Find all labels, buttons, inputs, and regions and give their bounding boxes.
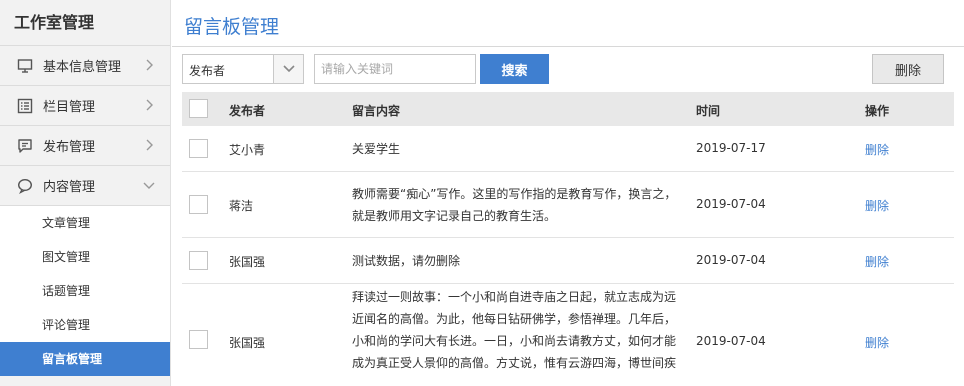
row-checkbox[interactable] (189, 195, 208, 214)
row-time: 2019-07-04 (696, 334, 766, 348)
sidebar-item-label: 栏目管理 (43, 100, 96, 115)
table-row: 张国强 拜读过一则故事：一个小和尚自进寺庙之日起，就立志成为远近闻名的高僧。为此… (182, 284, 954, 386)
sidebar-subitem-message-board[interactable]: 留言板管理 (0, 342, 170, 376)
row-time: 2019-07-04 (696, 197, 766, 211)
title-divider (172, 46, 964, 47)
sidebar-item-label: 内容管理 (43, 180, 96, 195)
row-content: 拜读过一则故事：一个小和尚自进寺庙之日起，就立志成为远近闻名的高僧。为此，他每日… (352, 290, 677, 370)
chevron-right-icon (146, 59, 153, 71)
sidebar-item-label: 基本信息管理 (43, 60, 122, 75)
header-action: 操作 (865, 104, 890, 118)
sidebar-item-label: 发布管理 (43, 140, 96, 155)
row-publisher: 蒋洁 (229, 199, 254, 213)
bulk-delete-button[interactable]: 删除 (872, 54, 944, 84)
search-button[interactable]: 搜索 (480, 54, 549, 84)
list-icon (16, 97, 34, 115)
sidebar-subitem-comments[interactable]: 评论管理 (0, 308, 170, 342)
sidebar-item-publish[interactable]: 发布管理 (0, 126, 170, 166)
chat-bubble-icon (16, 177, 34, 195)
keyword-search-input[interactable] (314, 54, 476, 84)
publisher-select[interactable]: 发布者 (182, 54, 304, 84)
row-content: 测试数据，请勿删除 (352, 254, 461, 268)
row-delete-link[interactable]: 删除 (865, 334, 889, 351)
row-content: 教师需要“痴心”写作。这里的写作指的是教育写作，换言之，就是教师用文字记录自己的… (352, 187, 677, 223)
message-icon (16, 137, 34, 155)
row-publisher: 张国强 (229, 336, 266, 350)
sidebar-title: 工作室管理 (0, 0, 170, 46)
row-delete-link[interactable]: 删除 (865, 197, 889, 214)
header-content: 留言内容 (352, 104, 401, 118)
table-row: 艾小青 关爱学生 2019-07-17 删除 (182, 126, 954, 172)
row-delete-link[interactable]: 删除 (865, 253, 889, 270)
header-publisher: 发布者 (229, 104, 266, 118)
message-table: 发布者 留言内容 时间 操作 艾小青 关爱学生 2019-07-17 删除 蒋洁… (182, 92, 954, 386)
row-delete-link[interactable]: 删除 (865, 141, 889, 158)
row-checkbox[interactable] (189, 139, 208, 158)
row-checkbox[interactable] (189, 251, 208, 270)
row-publisher: 艾小青 (229, 143, 266, 157)
table-header: 发布者 留言内容 时间 操作 (182, 92, 954, 126)
sidebar-subitem-topics[interactable]: 话题管理 (0, 274, 170, 308)
main-content: 留言板管理 发布者 搜索 删除 发布者 留言内容 时间 操作 艾小青 关爱学生 … (172, 0, 964, 386)
sidebar-item-columns[interactable]: 栏目管理 (0, 86, 170, 126)
select-toggle[interactable] (273, 55, 303, 83)
row-content: 关爱学生 (352, 142, 401, 156)
sidebar-item-content[interactable]: 内容管理 (0, 166, 170, 206)
page-title: 留言板管理 (184, 16, 280, 38)
select-all-checkbox[interactable] (189, 99, 208, 118)
row-time: 2019-07-17 (696, 141, 766, 155)
sidebar-subitem-graphics[interactable]: 图文管理 (0, 240, 170, 274)
sidebar: 工作室管理 基本信息管理 栏目管理 发布管理 内容管理 文章管理 图文管理 话题… (0, 0, 171, 386)
chevron-down-icon (143, 182, 155, 189)
row-checkbox[interactable] (189, 330, 208, 349)
table-row: 张国强 测试数据，请勿删除 2019-07-04 删除 (182, 238, 954, 284)
header-time: 时间 (696, 104, 721, 118)
select-value: 发布者 (189, 64, 226, 78)
monitor-icon (16, 57, 34, 75)
chevron-right-icon (146, 99, 153, 111)
table-row: 蒋洁 教师需要“痴心”写作。这里的写作指的是教育写作，换言之，就是教师用文字记录… (182, 172, 954, 238)
sidebar-subitem-articles[interactable]: 文章管理 (0, 206, 170, 240)
chevron-down-icon (282, 65, 295, 73)
row-time: 2019-07-04 (696, 253, 766, 267)
chevron-right-icon (146, 139, 153, 151)
sidebar-item-basic-info[interactable]: 基本信息管理 (0, 46, 170, 86)
row-publisher: 张国强 (229, 255, 266, 269)
